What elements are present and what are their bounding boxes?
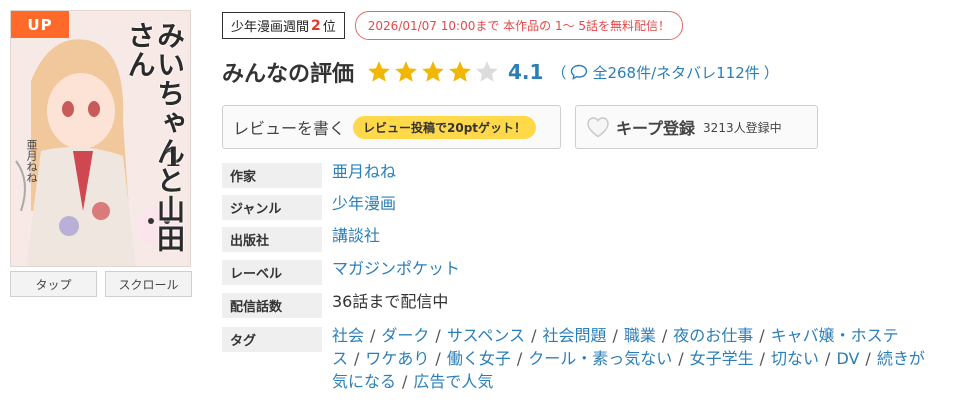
tag-separator: / — [531, 326, 537, 345]
info-row-author: 作家 亜月ねね — [222, 162, 947, 195]
keep-button[interactable]: キープ登録 3213人登録中 — [575, 105, 818, 149]
tag-separator: / — [759, 349, 766, 368]
label-link[interactable]: マガジンポケット — [332, 256, 460, 281]
ranking-number: 2 — [311, 17, 321, 34]
tag-link[interactable]: サスペンス — [447, 326, 525, 345]
publisher-link[interactable]: 講談社 — [332, 223, 380, 248]
review-point-pill: レビュー投稿で20ptゲット！ — [353, 115, 537, 139]
tag-link[interactable]: 夜のお仕事 — [673, 326, 753, 345]
star-empty-icon — [476, 61, 498, 82]
ranking-badge[interactable]: 少年漫画週間 2 位 — [222, 12, 345, 39]
tag-link[interactable]: クール・素っ気ない — [528, 349, 672, 368]
author-label: 作家 — [222, 163, 322, 188]
tag-separator: / — [612, 326, 618, 345]
tag-link[interactable]: 女子学生 — [690, 349, 754, 368]
ranking-prefix: 少年漫画週間 — [231, 20, 310, 35]
heart-icon — [587, 117, 609, 138]
open-paren: （ — [551, 63, 567, 82]
episodes-label: 配信話数 — [222, 293, 322, 318]
tag-separator: / — [825, 349, 831, 368]
genre-label: ジャンル — [222, 195, 322, 220]
badges-row: 少年漫画週間 2 位 2026/01/07 10:00まで 本作品の 1～ 5話… — [222, 10, 947, 41]
speech-bubble-icon — [571, 64, 588, 80]
tag-separator: / — [865, 349, 871, 368]
tag-separator: / — [759, 326, 765, 345]
tag-separator: / — [435, 326, 441, 345]
free-campaign-badge: 2026/01/07 10:00まで 本作品の 1～ 5話を無料配信！ — [354, 11, 684, 40]
tap-mode-button[interactable]: タップ — [10, 271, 97, 297]
info-row-label: レーベル マガジンポケット — [222, 259, 947, 293]
tag-link[interactable]: 切ない — [771, 349, 819, 368]
info-table: 作家 亜月ねね ジャンル 少年漫画 出版社 講談社 レーベル マガジンポケット … — [222, 162, 947, 393]
star-filled-icon — [395, 61, 417, 82]
reader-mode-buttons: タップ スクロール — [10, 271, 192, 297]
tag-link[interactable]: 社会問題 — [542, 326, 606, 345]
tag-list: 社会 / ダーク / サスペンス / 社会問題 / 職業 / 夜のお仕事 / キャバ嬢・ホステス / ワケあ… — [332, 324, 932, 393]
tags-label: タグ — [222, 327, 322, 352]
keep-label: キープ登録 — [616, 119, 696, 138]
star-filled-icon — [422, 61, 444, 82]
info-row-publisher: 出版社 講談社 — [222, 226, 947, 260]
tag-separator: / — [661, 326, 668, 345]
cover-volume: 1 — [163, 143, 182, 173]
info-row-genre: ジャンル 少年漫画 — [222, 194, 947, 227]
tag-link[interactable]: 職業 — [624, 326, 656, 345]
ranking-suffix: 位 — [322, 20, 336, 35]
tag-link[interactable]: ダーク — [381, 326, 429, 345]
star-filled-icon — [449, 61, 471, 82]
tag-separator: / — [402, 372, 408, 391]
rating-row: みんなの評価 4.1 （ 全268件/ネタバレ112件 ） — [222, 55, 947, 89]
review-count-link[interactable]: （ 全268件/ネタバレ112件 ） — [551, 62, 778, 83]
keep-count: 3213人登録中 — [703, 120, 782, 135]
rating-score: 4.1 — [508, 60, 544, 84]
tag-link[interactable]: DV — [836, 349, 859, 368]
cover-image[interactable]: UP みいちゃんと山田さん 1 亜月ねね — [10, 10, 191, 267]
tag-link[interactable]: ワケあり — [365, 349, 429, 368]
publisher-label: 出版社 — [222, 227, 322, 252]
episodes-value: 36話まで配信中 — [332, 292, 449, 311]
up-badge: UP — [11, 11, 69, 38]
write-review-button[interactable]: レビューを書く レビュー投稿で20ptゲット！ — [222, 105, 561, 149]
close-paren: ） — [763, 63, 779, 82]
write-review-label: レビューを書く — [233, 119, 346, 138]
tag-separator: / — [370, 326, 376, 345]
info-row-tags: タグ 社会 / ダーク / サスペンス / 社会問題 / 職業 / 夜のお仕事 / キャバ嬢・ホステス /… — [222, 324, 947, 393]
genre-link[interactable]: 少年漫画 — [332, 191, 396, 216]
scroll-mode-button[interactable]: スクロール — [105, 271, 192, 297]
tag-separator: / — [354, 349, 360, 368]
tag-separator: / — [435, 349, 441, 368]
cover-author: 亜月ねね — [25, 139, 38, 183]
review-counts: 全268件/ネタバレ112件 — [592, 63, 760, 82]
star-rating — [366, 59, 500, 85]
tag-link[interactable]: 社会 — [332, 326, 364, 345]
tag-separator: / — [516, 349, 523, 368]
author-link[interactable]: 亜月ねね — [332, 159, 396, 184]
label-label: レーベル — [222, 260, 322, 285]
tag-separator: / — [678, 349, 684, 368]
tag-link[interactable]: 働く女子 — [447, 349, 511, 368]
action-buttons: レビューを書く レビュー投稿で20ptゲット！ キープ登録 3213人登録中 — [222, 105, 947, 149]
rating-title: みんなの評価 — [222, 62, 355, 87]
star-filled-icon — [368, 61, 390, 82]
tag-link[interactable]: 広告で人気 — [413, 372, 493, 391]
title-info-panel: 少年漫画週間 2 位 2026/01/07 10:00まで 本作品の 1～ 5話… — [222, 10, 947, 149]
info-row-episodes: 配信話数 36話まで配信中 — [222, 292, 947, 327]
